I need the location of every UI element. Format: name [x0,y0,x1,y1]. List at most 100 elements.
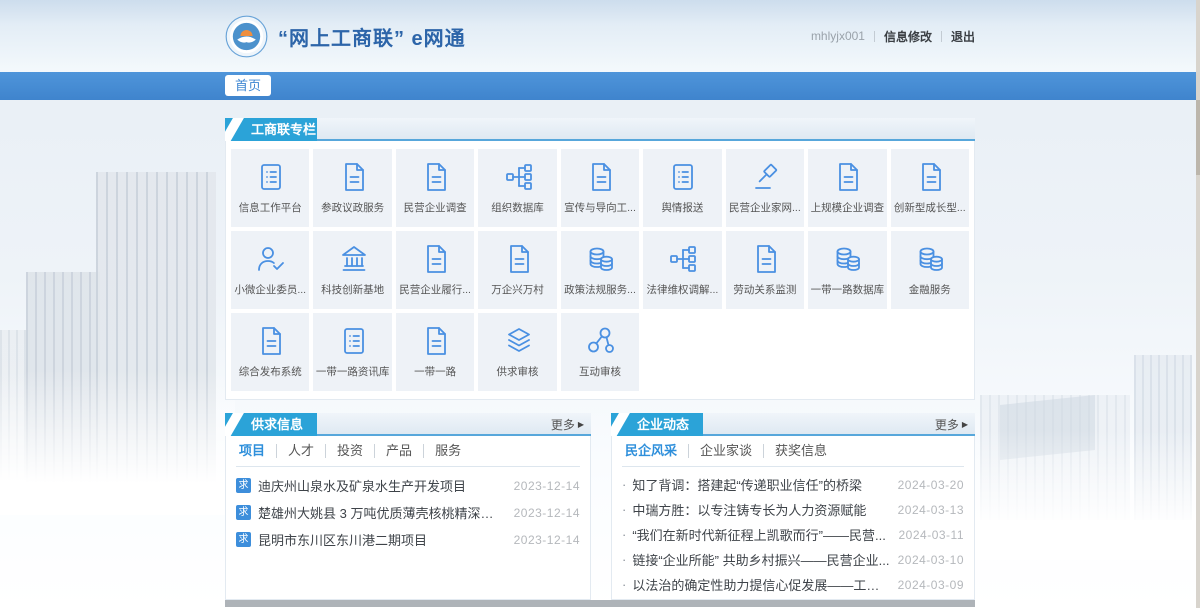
list-item[interactable]: 求 迪庆州山泉水及矿泉水生产开发项目 2023-12-14 [236,472,580,499]
shortcut-item[interactable]: 组织数据库 [478,149,556,227]
edit-info-link[interactable]: 信息修改 [884,28,932,45]
supply-demand-header: 供求信息 更多 ▶ [225,413,591,436]
shortcut-item[interactable]: 一带一路资讯库 [313,313,391,391]
supply-demand-more-link[interactable]: 更多 ▶ [551,413,584,436]
shortcut-item[interactable]: 政策法规服务... [561,231,639,309]
bullet: · [622,527,626,542]
bullet: · [622,502,626,517]
enterprise-news-tabs: 民企风采 企业家谈 获奖信息 [622,436,964,467]
shortcut-item[interactable]: 小微企业委员... [231,231,309,309]
shortcut-item[interactable]: 宣传与导向工... [561,149,639,227]
shortcuts-grid: 信息工作平台 参政议政服务 民营企业调查 组织数据库 [225,141,975,400]
shortcut-item[interactable]: 上规模企业调查 [808,149,886,227]
background-fade [970,430,1200,560]
shortcuts-panel: 工商联专栏 信息工作平台 参政议政服务 民营企业调查 [225,118,975,400]
shortcut-label: 信息工作平台 [239,200,302,215]
enterprise-news-more-link[interactable]: 更多 ▶ [935,413,968,436]
shortcut-item[interactable]: 舆情报送 [643,149,721,227]
shortcut-label: 法律维权调解... [647,282,719,297]
supply-demand-panel: 供求信息 更多 ▶ 项目 人才 投资 产品 服务 [225,413,591,600]
tab-entrepreneur-talks[interactable]: 企业家谈 [688,444,763,458]
shortcut-item[interactable]: 综合发布系统 [231,313,309,391]
item-date: 2024-03-13 [898,503,964,517]
shortcut-label: 科技创新基地 [321,282,384,297]
site-logo-icon [225,15,268,58]
database-icon [915,243,945,273]
shortcut-label: 舆情报送 [661,200,703,215]
shortcut-item[interactable]: 科技创新基地 [313,231,391,309]
item-title: “我们在新时代新征程上凯歌而行”——民营... [632,525,890,544]
shortcut-item[interactable]: 一带一路 [396,313,474,391]
org-chart-icon [667,243,697,273]
supply-demand-tabs: 项目 人才 投资 产品 服务 [236,436,580,467]
item-date: 2023-12-14 [514,506,580,520]
shortcut-label: 宣传与导向工... [564,200,636,215]
background-building [96,172,216,482]
tab-award-info[interactable]: 获奖信息 [763,444,838,458]
item-date: 2024-03-11 [899,528,965,542]
shortcut-label: 综合发布系统 [239,364,302,379]
enterprise-news-list: · 知了背调：搭建起“传递职业信任”的桥梁 2024-03-20 · 中瑞方胜：… [622,472,964,597]
list-item[interactable]: 求 楚雄州大姚县 3 万吨优质薄壳核桃精深加工及科... 2023-12-14 [236,499,580,526]
shortcut-label: 一带一路数据库 [811,282,885,297]
list-item[interactable]: · 链接“企业所能” 共助乡村振兴——民营企业... 2024-03-10 [622,547,964,572]
scrollbar-track[interactable] [1196,0,1200,608]
shortcut-item[interactable]: 民营企业调查 [396,149,474,227]
shortcut-label: 互动审核 [579,364,621,379]
logout-link[interactable]: 退出 [951,28,975,45]
item-title: 知了背调：搭建起“传递职业信任”的桥梁 [632,475,889,494]
shortcut-item[interactable]: 信息工作平台 [231,149,309,227]
shortcut-item[interactable]: 创新型成长型... [891,149,969,227]
shortcut-item[interactable]: 供求审核 [478,313,556,391]
tab-talent[interactable]: 人才 [276,444,325,458]
list-item[interactable]: · “我们在新时代新征程上凯歌而行”——民营... 2024-03-11 [622,522,964,547]
layers-icon [503,325,533,355]
shortcut-item[interactable]: 万企兴万村 [478,231,556,309]
shortcut-item[interactable]: 一带一路数据库 [808,231,886,309]
item-date: 2024-03-10 [898,553,964,567]
supply-demand-title: 供求信息 [225,413,317,436]
list-item[interactable]: · 知了背调：搭建起“传递职业信任”的桥梁 2024-03-20 [622,472,964,497]
separator [941,31,942,42]
document-icon [420,161,450,191]
list-item[interactable]: · 以法治的确定性助力提信心促发展——工商联... 2024-03-09 [622,572,964,597]
shortcut-label: 劳动关系监测 [733,282,796,297]
tab-services[interactable]: 服务 [423,444,472,458]
shortcut-item[interactable]: 参政议政服务 [313,149,391,227]
demand-badge: 求 [236,478,251,493]
background-fade [0,370,235,515]
bullet: · [622,477,626,492]
list-item[interactable]: 求 昆明市东川区东川港二期项目 2023-12-14 [236,526,580,553]
shortcut-item[interactable]: 民营企业履行... [396,231,474,309]
list-document-icon [338,325,368,355]
person-check-icon [255,243,285,273]
more-arrow-icon: ▶ [578,420,584,429]
shortcut-item[interactable]: 金融服务 [891,231,969,309]
tab-products[interactable]: 产品 [374,444,423,458]
bullet: · [622,577,626,592]
nav-tab-home[interactable]: 首页 [225,75,271,96]
enterprise-news-header: 企业动态 更多 ▶ [611,413,975,436]
shortcut-label: 民营企业调查 [404,200,467,215]
enterprise-news-panel: 企业动态 更多 ▶ 民企风采 企业家谈 获奖信息 · [611,413,975,600]
more-arrow-icon: ▶ [962,420,968,429]
shortcut-item[interactable]: 法律维权调解... [643,231,721,309]
shortcut-item[interactable]: 劳动关系监测 [726,231,804,309]
item-title: 中瑞方胜：以专注铸专长为人力资源赋能 [632,500,889,519]
list-item[interactable]: · 中瑞方胜：以专注铸专长为人力资源赋能 2024-03-13 [622,497,964,522]
shortcut-item[interactable]: 互动审核 [561,313,639,391]
tab-private-enterprise-style[interactable]: 民企风采 [622,444,688,458]
tab-investment[interactable]: 投资 [325,444,374,458]
tab-projects[interactable]: 项目 [236,444,276,458]
background-building [0,330,30,480]
gavel-icon [750,161,780,191]
document-icon [255,325,285,355]
shortcut-item[interactable]: 民营企业家网... [726,149,804,227]
item-date: 2024-03-20 [898,478,964,492]
document-icon [750,243,780,273]
scrollbar-thumb[interactable] [1196,100,1200,175]
shortcut-label: 万企兴万村 [491,282,544,297]
shortcut-label: 上规模企业调查 [811,200,885,215]
site-header: “网上工商联” e网通 mhlyjx001 信息修改 退出 [0,0,1200,72]
background-building [1134,355,1192,520]
